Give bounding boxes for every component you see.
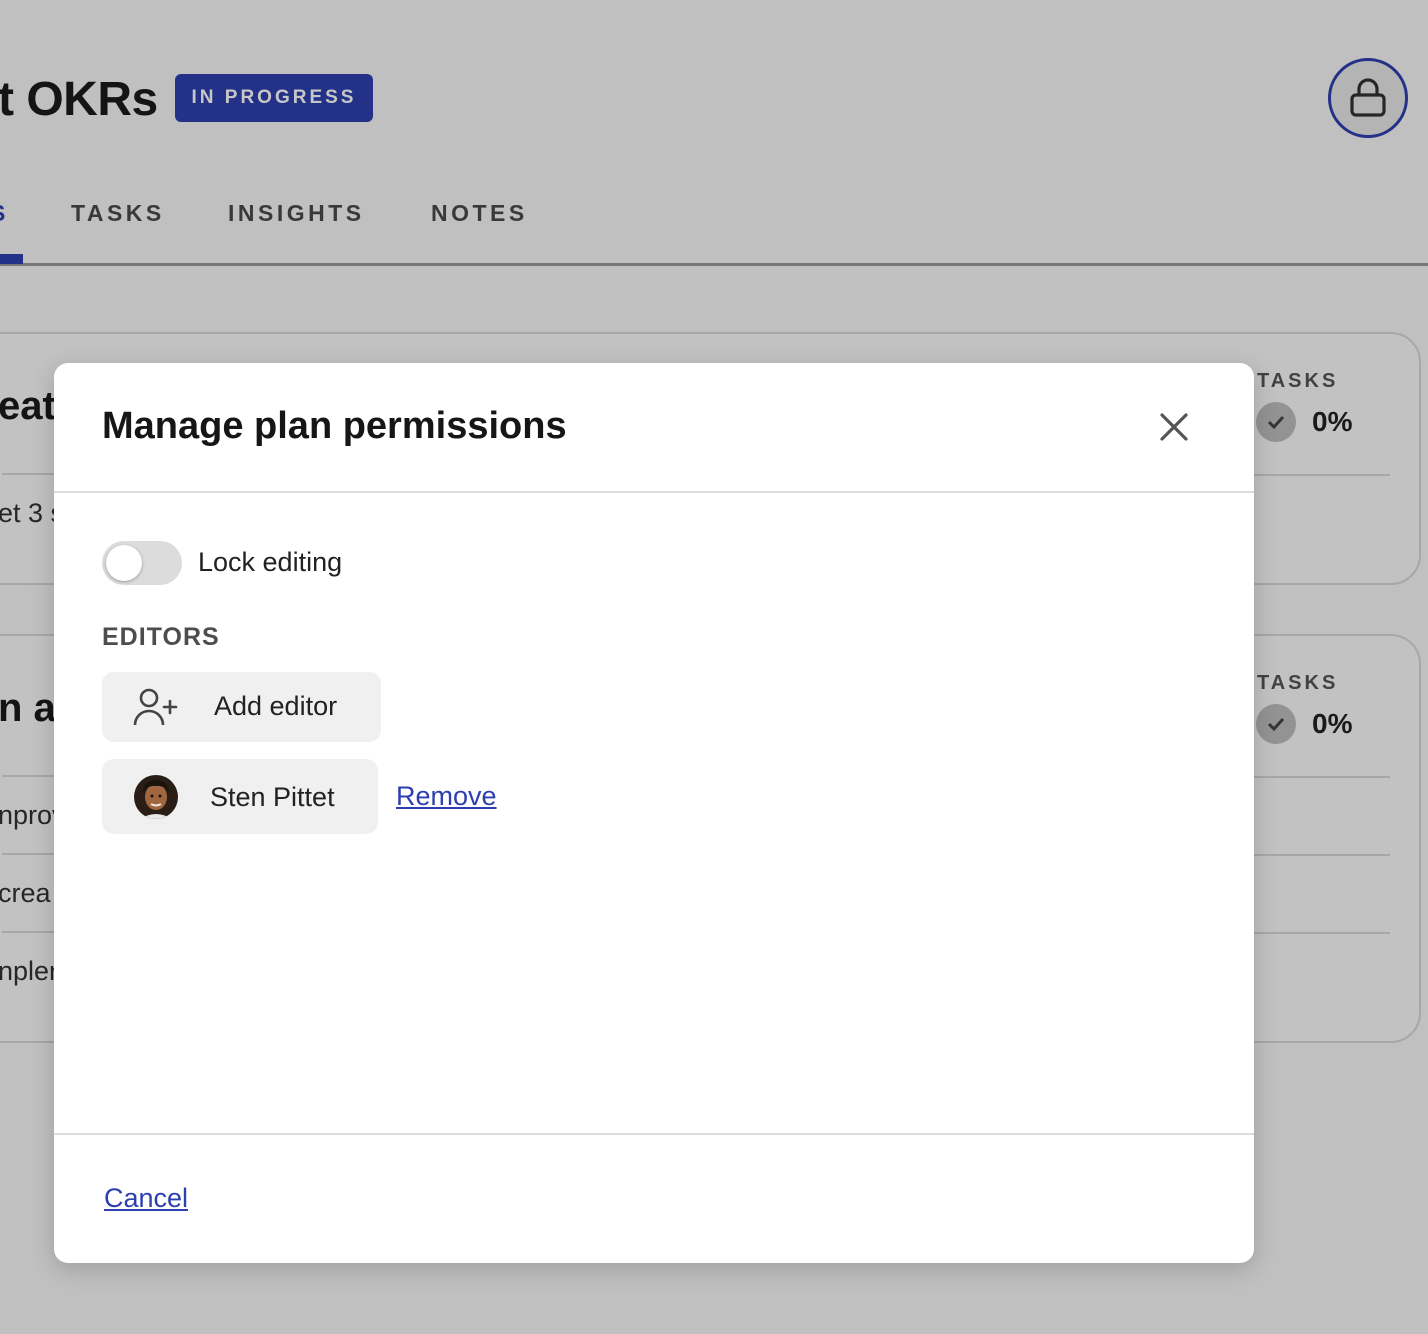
toggle-knob	[106, 545, 142, 581]
editor-chip: Sten Pittet	[102, 759, 378, 834]
avatar	[134, 775, 178, 819]
modal-title: Manage plan permissions	[102, 405, 567, 447]
cancel-button[interactable]: Cancel	[104, 1183, 188, 1214]
add-editor-label: Add editor	[214, 691, 338, 721]
modal-divider	[54, 491, 1254, 493]
close-button[interactable]	[1154, 407, 1194, 447]
remove-editor-link[interactable]: Remove	[396, 781, 497, 812]
add-user-icon	[133, 688, 178, 726]
add-editor-button[interactable]: Add editor	[102, 672, 381, 742]
editors-section-label: EDITORS	[102, 623, 220, 651]
close-icon	[1160, 413, 1188, 441]
editor-name: Sten Pittet	[210, 782, 335, 812]
permissions-modal: Manage plan permissions Lock editing EDI…	[54, 363, 1254, 1263]
modal-divider	[54, 1133, 1254, 1135]
lock-editing-toggle[interactable]	[102, 541, 182, 585]
lock-editing-label: Lock editing	[198, 547, 343, 577]
